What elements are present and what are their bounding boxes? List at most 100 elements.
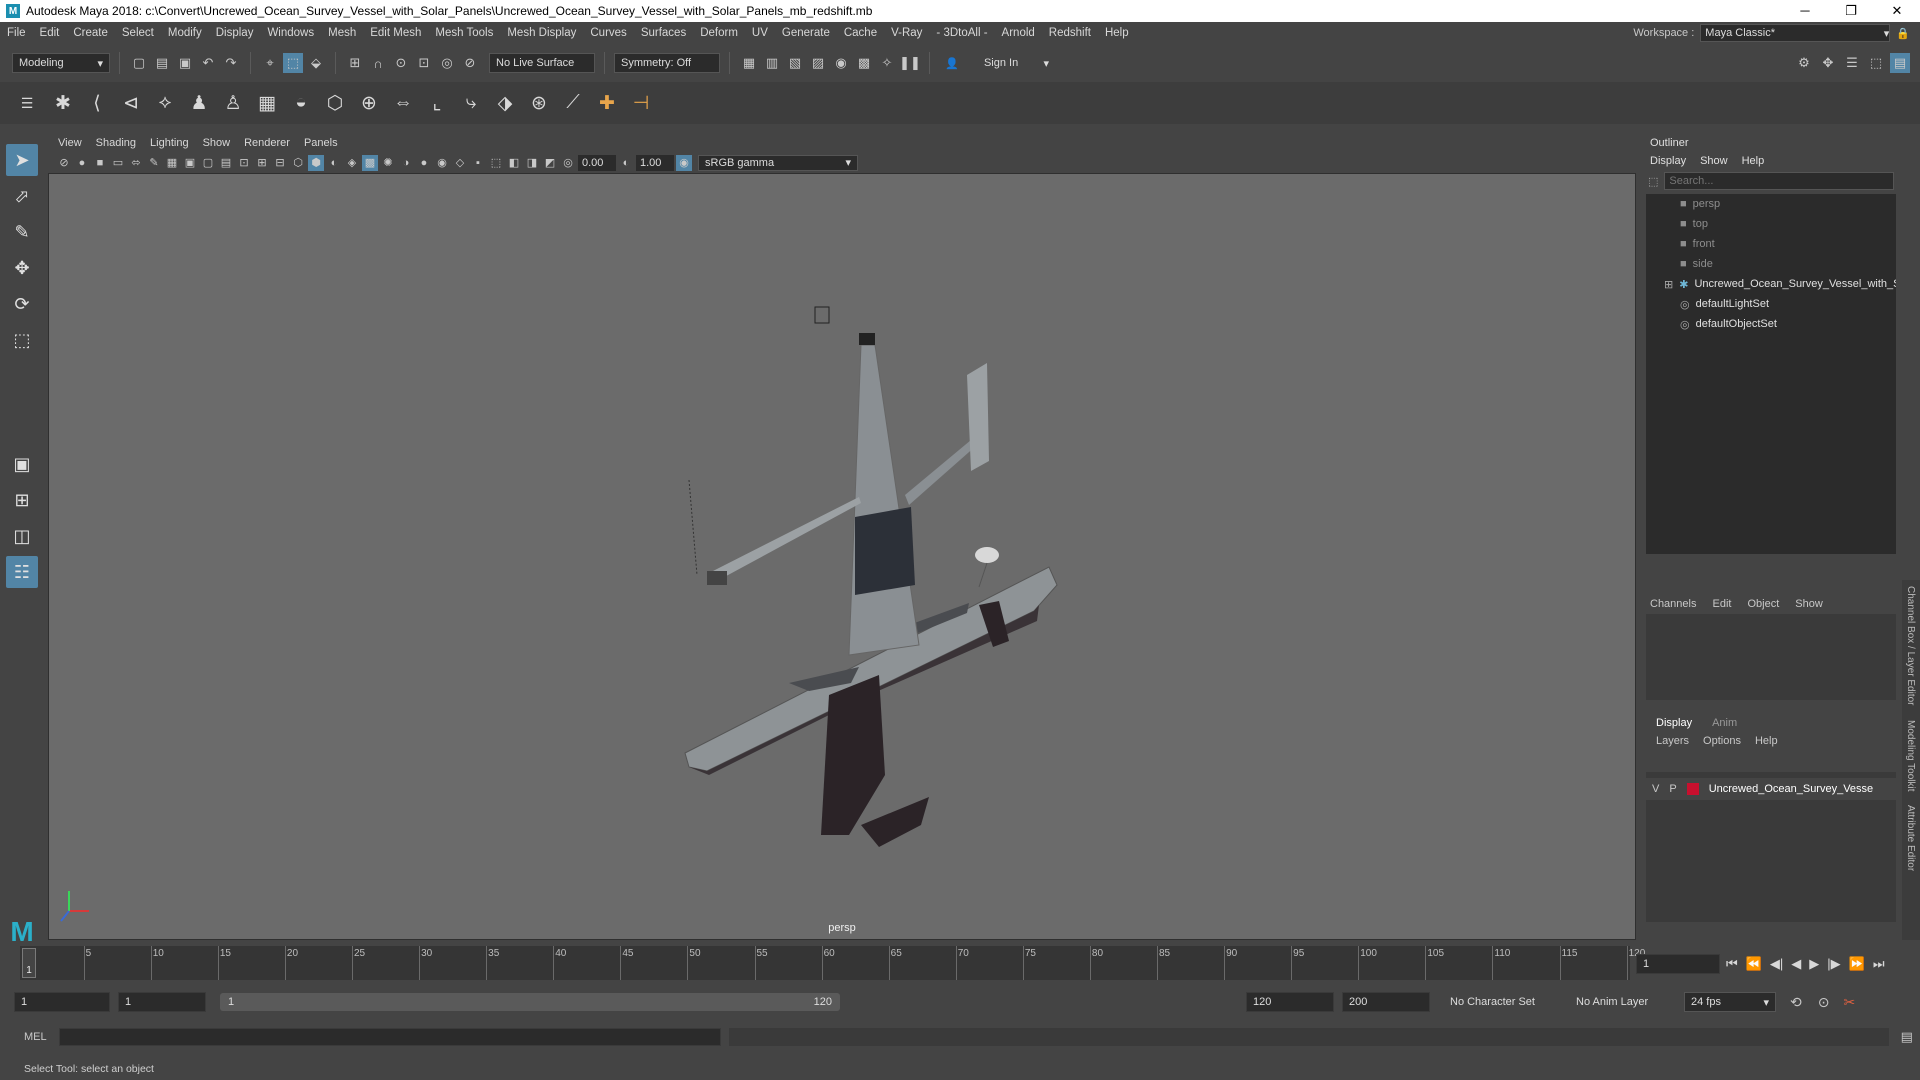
menu-3dtoall[interactable]: - 3DtoAll -	[929, 27, 994, 39]
playback-start-field[interactable]: 1	[118, 992, 206, 1012]
snap-live-icon[interactable]: ⊘	[460, 53, 480, 73]
xray-icon[interactable]: ◧	[506, 155, 522, 171]
expand-icon[interactable]: ⊞	[1664, 278, 1673, 291]
quick-rig-icon[interactable]: ♟	[186, 90, 212, 116]
hypershade-icon[interactable]: ◉	[831, 53, 851, 73]
new-scene-icon[interactable]: ▢	[129, 53, 149, 73]
smooth-shade-icon[interactable]: ⬢	[308, 154, 324, 171]
render-view-icon[interactable]: ▩	[854, 53, 874, 73]
bind-skin-icon[interactable]: ⟡	[152, 90, 178, 116]
render-frame-icon[interactable]: ▦	[739, 53, 759, 73]
channel-box-icon[interactable]: ▤	[1890, 53, 1910, 73]
outliner-item[interactable]: ◎ defaultObjectSet	[1646, 314, 1896, 334]
blend-shape-icon[interactable]: ⊕	[356, 90, 382, 116]
viewport-menu-show[interactable]: Show	[203, 137, 231, 149]
outliner-layout-icon[interactable]: ☷	[6, 556, 38, 588]
layer-name[interactable]: Uncrewed_Ocean_Survey_Vesse	[1709, 783, 1873, 795]
exposure-field[interactable]: 0.00	[578, 154, 616, 171]
command-input[interactable]	[58, 1028, 721, 1046]
play-forwards-icon[interactable]: ▶	[1809, 956, 1819, 972]
lattice-icon[interactable]: ◒	[288, 90, 314, 116]
viewport-menu-panels[interactable]: Panels	[304, 137, 338, 149]
layer-playback-toggle[interactable]: P	[1669, 783, 1676, 795]
viewport-menu-lighting[interactable]: Lighting	[150, 137, 189, 149]
step-forward-frame-icon[interactable]: |▶	[1827, 956, 1840, 972]
command-language-label[interactable]: MEL	[0, 1031, 59, 1043]
menu-cache[interactable]: Cache	[837, 27, 884, 39]
menu-edit[interactable]: Edit	[33, 27, 67, 39]
layer-menu-help[interactable]: Help	[1755, 735, 1778, 747]
outliner-item[interactable]: ⊞ ✱ Uncrewed_Ocean_Survey_Vessel_with_S	[1646, 274, 1896, 294]
go-to-end-icon[interactable]: ⏭	[1873, 956, 1885, 972]
symmetry-dropdown[interactable]: Symmetry: Off	[614, 53, 720, 73]
menu-redshift[interactable]: Redshift	[1042, 27, 1098, 39]
menu-deform[interactable]: Deform	[693, 27, 745, 39]
menu-windows[interactable]: Windows	[260, 27, 321, 39]
tool-settings-icon[interactable]: ⬚	[1866, 53, 1886, 73]
grease-pencil-icon[interactable]: ✎	[146, 155, 162, 171]
safe-action-icon[interactable]: ⊞	[254, 155, 270, 171]
light-editor-icon[interactable]: ✧	[877, 53, 897, 73]
four-view-icon[interactable]: ⊞	[6, 484, 38, 516]
select-hierarchy-icon[interactable]: ⌖	[260, 53, 280, 73]
close-button[interactable]: ✕	[1874, 3, 1920, 19]
undo-icon[interactable]: ↶	[198, 53, 218, 73]
constraint-parent-icon[interactable]: ⌞	[424, 90, 450, 116]
wrap-icon[interactable]: ⬡	[322, 90, 348, 116]
menu-select[interactable]: Select	[115, 27, 161, 39]
shadows-icon[interactable]: ◑	[398, 155, 414, 171]
select-component-icon[interactable]: ⬙	[306, 53, 326, 73]
step-back-key-icon[interactable]: ⏪	[1746, 956, 1762, 972]
step-forward-key-icon[interactable]: ⏩	[1849, 956, 1865, 972]
viewport-menu-shading[interactable]: Shading	[96, 137, 136, 149]
loop-icon[interactable]: ⟲	[1790, 994, 1802, 1011]
gate-mask-icon[interactable]: ▤	[218, 155, 234, 171]
joint-tool-icon[interactable]: ✱	[50, 90, 76, 116]
channelbox-menu-show[interactable]: Show	[1795, 598, 1823, 610]
safe-title-icon[interactable]: ⊟	[272, 155, 288, 171]
fps-dropdown[interactable]: 24 fps ▾	[1684, 992, 1776, 1012]
menu-vray[interactable]: V-Ray	[884, 27, 929, 39]
mode-dropdown[interactable]: Modeling ▾	[12, 53, 110, 73]
pause-icon[interactable]: ❚❚	[899, 53, 921, 73]
anim-prefs-icon[interactable]: ✂	[1843, 994, 1855, 1011]
select-tool-icon[interactable]: ➤	[6, 144, 38, 176]
snap-surface-icon[interactable]: ◎	[437, 53, 457, 73]
play-backwards-icon[interactable]: ◀	[1791, 956, 1801, 972]
menu-display[interactable]: Display	[209, 27, 261, 39]
time-ruler[interactable]: 1 5 10 15 20 25 30 35 40 45 50 55 60 65 70 75 80 85 90 95 1…	[20, 946, 1645, 980]
xray-joints-icon[interactable]: ◨	[524, 155, 540, 171]
menu-arnold[interactable]: Arnold	[995, 27, 1042, 39]
layer-color-swatch[interactable]	[1686, 783, 1699, 795]
current-frame-field[interactable]: 1	[1636, 954, 1720, 974]
go-to-start-icon[interactable]: ⏮	[1726, 956, 1738, 972]
live-surface-field[interactable]: No Live Surface	[489, 53, 595, 73]
constraint-orient-icon[interactable]: ⬗	[492, 90, 518, 116]
channelbox-menu-edit[interactable]: Edit	[1712, 598, 1731, 610]
locator-icon[interactable]: ✚	[594, 90, 620, 116]
animation-start-field[interactable]: 1	[14, 992, 110, 1012]
step-back-frame-icon[interactable]: ◀|	[1770, 956, 1783, 972]
menu-curves[interactable]: Curves	[583, 27, 633, 39]
menu-uv[interactable]: UV	[745, 27, 775, 39]
resolution-gate-icon[interactable]: ▢	[200, 155, 216, 171]
textured-icon[interactable]: ▩	[362, 154, 378, 171]
camera-select-icon[interactable]: ⊘	[56, 155, 72, 171]
maximize-button[interactable]: ❐	[1828, 3, 1874, 19]
layer-visibility-toggle[interactable]: V	[1652, 783, 1659, 795]
filter-icon[interactable]: ⬚	[1648, 175, 1658, 188]
snap-grid-icon[interactable]: ⊞	[345, 53, 365, 73]
constraint-aim-icon[interactable]: ⇔	[390, 90, 416, 116]
film-gate-icon[interactable]: ▣	[182, 155, 198, 171]
open-scene-icon[interactable]: ▤	[152, 53, 172, 73]
2d-pan-icon[interactable]: ⬄	[128, 155, 144, 171]
layer-menu-layers[interactable]: Layers	[1656, 735, 1689, 747]
side-tab-attribute-editor[interactable]: Attribute Editor	[1905, 805, 1916, 871]
anti-aliasing-icon[interactable]: ◇	[452, 155, 468, 171]
wireframe-icon[interactable]: ⬡	[290, 155, 306, 171]
outliner-search-input[interactable]	[1664, 172, 1895, 190]
auto-key-icon[interactable]: ⊙	[1818, 994, 1830, 1011]
vessel-model[interactable]	[684, 306, 1058, 847]
menu-help[interactable]: Help	[1098, 27, 1136, 39]
gamma-field[interactable]: 1.00	[636, 154, 674, 171]
